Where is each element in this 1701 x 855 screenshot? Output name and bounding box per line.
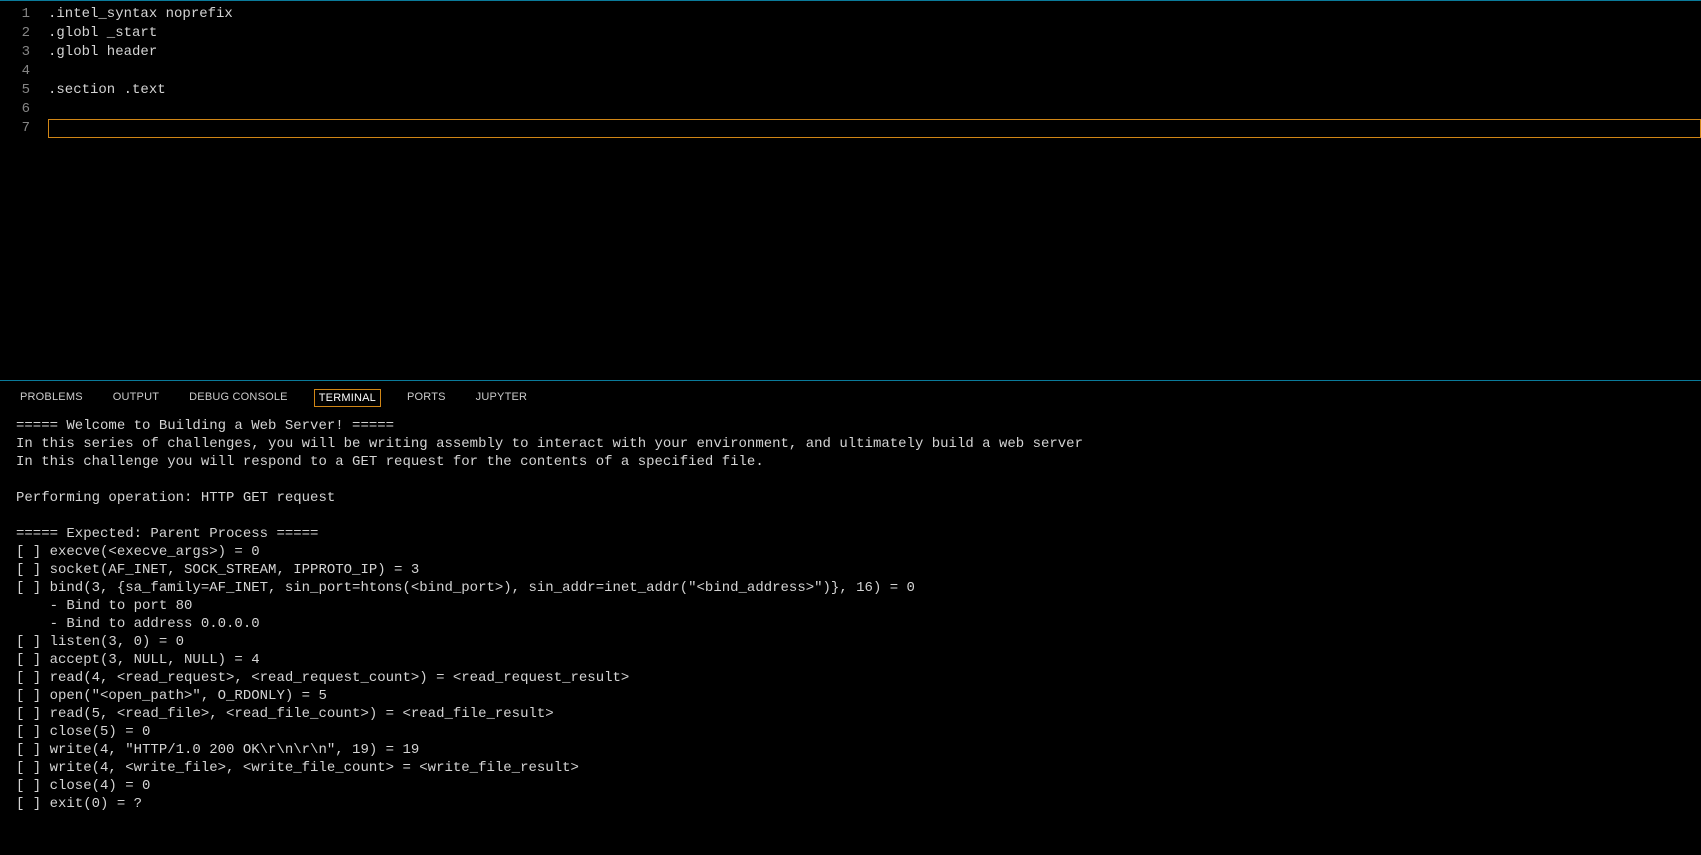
- code-line[interactable]: .section .text: [48, 81, 1701, 100]
- line-number: 1: [0, 5, 30, 24]
- code-line[interactable]: [48, 62, 1701, 81]
- code-line[interactable]: .intel_syntax noprefix: [48, 5, 1701, 24]
- panel-tab-debug-console[interactable]: DEBUG CONSOLE: [185, 389, 292, 407]
- panel-tab-output[interactable]: OUTPUT: [109, 389, 163, 407]
- code-line[interactable]: [48, 100, 1701, 119]
- line-number: 5: [0, 81, 30, 100]
- line-number: 6: [0, 100, 30, 119]
- code-area[interactable]: .intel_syntax noprefix.globl _start.glob…: [48, 5, 1701, 138]
- panel-tab-problems[interactable]: PROBLEMS: [16, 389, 87, 407]
- line-number: 3: [0, 43, 30, 62]
- line-number-gutter: 1234567: [0, 5, 48, 138]
- editor-content[interactable]: 1234567 .intel_syntax noprefix.globl _st…: [0, 1, 1701, 138]
- code-line[interactable]: .globl header: [48, 43, 1701, 62]
- line-number: 7: [0, 119, 30, 138]
- line-number: 4: [0, 62, 30, 81]
- line-number: 2: [0, 24, 30, 43]
- panel-tabs: PROBLEMS OUTPUT DEBUG CONSOLE TERMINAL PORTS…: [0, 381, 1701, 413]
- code-line[interactable]: [48, 119, 1701, 138]
- code-line[interactable]: .globl _start: [48, 24, 1701, 43]
- panel-tab-ports[interactable]: PORTS: [403, 389, 450, 407]
- panel-tab-jupyter[interactable]: JUPYTER: [472, 389, 532, 407]
- panel-tab-terminal[interactable]: TERMINAL: [314, 389, 381, 407]
- terminal-output[interactable]: ===== Welcome to Building a Web Server! …: [0, 413, 1701, 823]
- editor-pane: 1234567 .intel_syntax noprefix.globl _st…: [0, 0, 1701, 380]
